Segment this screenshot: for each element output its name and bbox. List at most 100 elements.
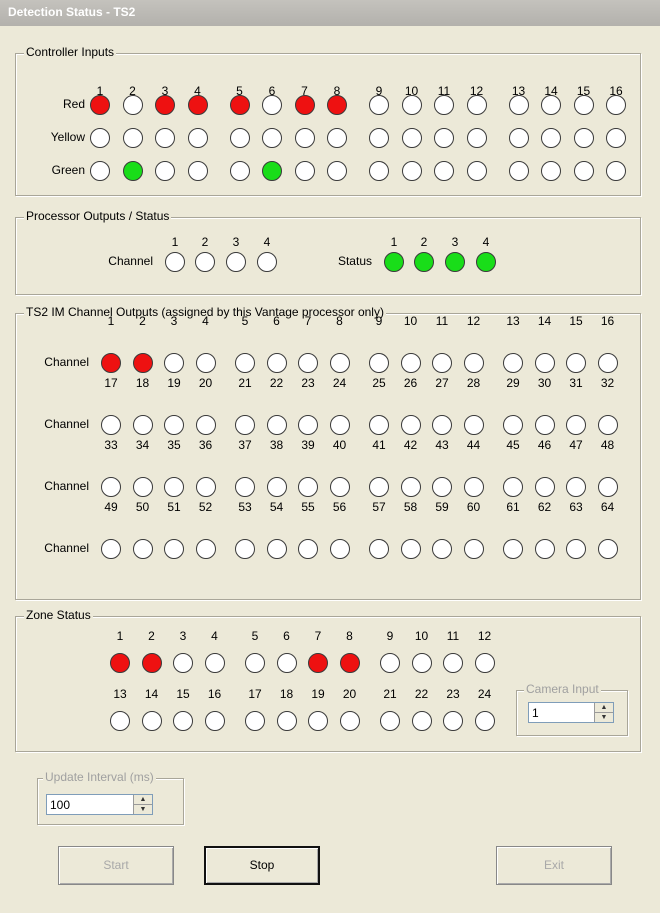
controller-input-led [401,161,422,181]
update-interval-spin-buttons[interactable]: ▲ ▼ [133,795,152,814]
zone-status-legend: Zone Status [24,608,93,622]
ts2-channel-number: 63 [569,500,583,514]
ts2-channel-number: 15 [569,314,583,328]
ts2-channel-led [534,353,555,373]
zone-led [141,653,162,673]
ts2-channel-led [101,477,121,497]
zone-number: 10 [414,629,429,643]
zone-number: 19 [311,687,325,701]
zone-led [110,711,130,731]
controller-input-led [401,95,422,115]
ts2-channel-led [566,539,586,559]
ts2-channel-led [369,415,389,435]
spin-down-arrow-icon[interactable]: ▼ [134,805,152,814]
spin-up-arrow-icon[interactable]: ▲ [134,795,152,805]
zone-number: 7 [314,629,322,643]
camera-input-spinner[interactable]: 1 ▲ ▼ [528,702,614,723]
ts2-channel-number: 32 [600,376,615,390]
zone-number: 3 [179,629,187,643]
ts2-channel-led [400,539,421,559]
ts2-channel-led [534,415,555,435]
ts2-channel-led [400,477,421,497]
ts2-channel-led [432,539,452,559]
update-interval-spinner[interactable]: 100 ▲ ▼ [46,794,153,815]
zone-led [276,711,297,731]
ts2-channel-led [266,539,287,559]
ts2-channel-number: 37 [238,438,252,452]
ts2-channel-number: 5 [241,314,249,328]
ts2-channel-number: 45 [506,438,520,452]
ts2-channel-led [597,353,618,373]
ts2-channel-led [266,477,287,497]
controller-input-row-label: Red [62,97,85,111]
ts2-channel-number: 2 [139,314,146,328]
exit-button[interactable]: Exit [496,846,612,885]
processor-channel-led [165,252,185,272]
ts2-channel-number: 29 [506,376,520,390]
ts2-channel-led [566,477,586,497]
ts2-channel-number: 47 [569,438,583,452]
controller-input-led [434,95,454,115]
ts2-channel-number: 38 [269,438,284,452]
zone-led [443,711,463,731]
ts2-channel-led [566,415,586,435]
ts2-channel-led [195,353,216,373]
ts2-channel-led [503,539,523,559]
zone-led [339,711,360,731]
zone-led [173,711,193,731]
stop-button[interactable]: Stop [204,846,320,885]
controller-input-row-label: Green [51,163,85,177]
ts2-channel-led [503,353,523,373]
zone-led [308,653,328,673]
ts2-channel-led [164,415,184,435]
zone-number: 23 [446,687,460,701]
controller-input-led [90,95,110,115]
controller-input-led [229,161,250,181]
zone-number: 1 [116,629,124,643]
zone-number: 15 [176,687,190,701]
ts2-channel-number: 8 [336,314,343,328]
zone-led [308,711,328,731]
ts2-channel-number: 18 [135,376,150,390]
ts2-channel-led [195,415,216,435]
zone-number: 12 [477,629,492,643]
processor-status-number: 2 [420,235,428,249]
controller-input-led [229,95,250,115]
ts2-channel-led [298,539,318,559]
ts2-channel-number: 26 [403,376,418,390]
ts2-channel-number: 42 [403,438,418,452]
controller-input-led [369,128,389,148]
processor-channel-number: 1 [171,235,179,249]
controller-input-led [187,161,208,181]
zone-led [276,653,297,673]
zone-led [245,711,265,731]
ts2-channel-number: 17 [104,376,118,390]
update-interval-value[interactable]: 100 [50,798,70,812]
zone-number: 8 [346,629,353,643]
window-title: Detection Status - TS2 [8,5,136,19]
ts2-channel-number: 33 [104,438,118,452]
spin-down-arrow-icon[interactable]: ▼ [595,713,613,722]
zone-led [474,653,495,673]
camera-input-spin-buttons[interactable]: ▲ ▼ [594,703,613,722]
ts2-channel-led [132,415,153,435]
processor-status-led [384,252,404,272]
zone-led [380,653,400,673]
ts2-channel-number: 46 [537,438,552,452]
ts2-channel-number: 59 [435,500,449,514]
controller-input-row-label: Yellow [50,130,85,144]
ts2-channel-number: 13 [506,314,520,328]
ts2-channel-number: 56 [332,500,347,514]
ts2-channel-led [400,415,421,435]
controller-input-led [466,128,487,148]
ts2-channel-number: 20 [198,376,213,390]
update-interval-group: Update Interval (ms) 100 ▲ ▼ [37,770,184,825]
ts2-channel-number: 55 [301,500,315,514]
controller-input-led [294,161,315,181]
ts2-channel-led [534,477,555,497]
processor-channel-number: 4 [263,235,271,249]
ts2-channel-led [463,539,484,559]
start-button[interactable]: Start [58,846,174,885]
camera-input-value[interactable]: 1 [532,706,539,720]
spin-up-arrow-icon[interactable]: ▲ [595,703,613,713]
